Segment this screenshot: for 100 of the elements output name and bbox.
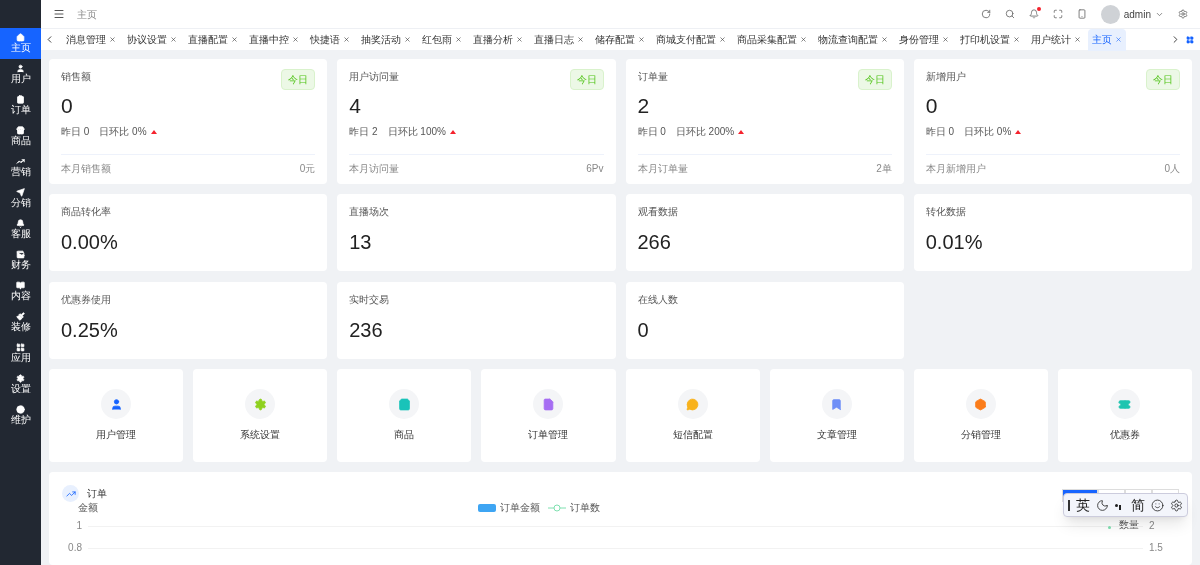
fullscreen-icon[interactable] <box>1052 9 1063 19</box>
yesterday-value: 昨日 0 <box>637 125 666 139</box>
refresh-icon[interactable] <box>980 9 991 19</box>
user-name[interactable]: admin <box>1123 6 1151 22</box>
yesterday-value: 昨日 2 <box>349 125 378 139</box>
sidebar-item[interactable]: 装修 <box>0 307 41 338</box>
settings-icon <box>16 374 25 383</box>
card-value: 0.00% <box>61 230 119 254</box>
sidebar-item[interactable]: 商品 <box>0 121 41 152</box>
close-icon[interactable] <box>292 36 299 43</box>
sidebar-item[interactable]: 客服 <box>0 214 41 245</box>
sidebar-item[interactable]: 营销 <box>0 152 41 183</box>
card-value: 236 <box>349 318 384 342</box>
book-icon <box>16 281 25 290</box>
footer-label: 本月访问量 <box>349 162 400 176</box>
footer-value: 0人 <box>1164 162 1180 176</box>
tab[interactable]: 消息管理 <box>62 28 120 51</box>
sidebar-item[interactable]: 设置 <box>0 369 41 400</box>
tab[interactable]: 物流查询配置 <box>814 28 892 51</box>
shortcut-card[interactable]: 用户管理 <box>49 369 184 462</box>
close-icon[interactable] <box>1115 36 1122 43</box>
settings-icon[interactable] <box>1169 498 1183 512</box>
footer-label: 本月销售额 <box>61 162 111 176</box>
emoji-icon[interactable] <box>1150 498 1164 512</box>
settings-icon[interactable] <box>1178 9 1188 19</box>
clipboard-icon <box>16 95 25 104</box>
shortcut-card[interactable]: 商品 <box>337 369 472 462</box>
today-badge: 今日 <box>1146 69 1180 90</box>
legend-label: 订单金额 <box>499 502 540 514</box>
close-icon[interactable] <box>109 36 116 43</box>
shortcut-card[interactable]: 分销管理 <box>913 369 1048 462</box>
tab[interactable]: 快捷语 <box>306 28 354 51</box>
tab[interactable]: 直播日志 <box>530 28 588 51</box>
card-value: 0.25% <box>61 318 119 342</box>
shortcut-card[interactable]: 系统设置 <box>193 369 328 462</box>
sidebar-item[interactable]: 维护 <box>0 400 41 431</box>
close-icon[interactable] <box>343 36 350 43</box>
grid-icon[interactable] <box>1186 35 1194 44</box>
card-title: 销售额 <box>61 70 91 84</box>
card-value: 13 <box>349 230 373 254</box>
search-icon[interactable] <box>1004 9 1015 19</box>
tab[interactable]: 抽奖活动 <box>357 28 415 51</box>
sidebar-item[interactable]: 财务 <box>0 245 41 276</box>
ime-script[interactable]: 简 <box>1130 494 1145 516</box>
tab[interactable]: 直播分析 <box>469 28 527 51</box>
card-title: 订单量 <box>637 70 668 84</box>
shortcut-card[interactable]: 优惠券 <box>1057 369 1192 462</box>
sidebar-item[interactable]: 订单 <box>0 90 41 121</box>
sidebar-item[interactable]: 主页 <box>0 28 41 59</box>
close-icon[interactable] <box>942 36 949 43</box>
user-icon <box>16 64 25 73</box>
tab[interactable]: 直播配置 <box>184 28 242 51</box>
tab[interactable]: 储存配置 <box>591 28 649 51</box>
close-icon[interactable] <box>577 36 584 43</box>
footer-value: 6Pv <box>586 162 604 176</box>
tab[interactable]: 打印机设置 <box>956 28 1024 51</box>
card-value: 266 <box>637 230 672 254</box>
footer-value: 2单 <box>876 162 892 176</box>
close-icon[interactable] <box>170 36 177 43</box>
menu-icon[interactable] <box>53 8 65 20</box>
store-icon <box>16 126 25 135</box>
shortcut-card[interactable]: 订单管理 <box>481 369 616 462</box>
close-icon[interactable] <box>881 36 888 43</box>
tab[interactable]: 主页 <box>1088 28 1126 51</box>
tab[interactable]: 身份管理 <box>895 28 953 51</box>
day-ratio: 日环比 0% <box>964 125 1012 139</box>
sidebar-item[interactable]: 分销 <box>0 183 41 214</box>
close-icon[interactable] <box>516 36 523 43</box>
shortcut-card[interactable]: 文章管理 <box>769 369 904 462</box>
close-icon[interactable] <box>1013 36 1020 43</box>
card-title: 观看数据 <box>637 206 679 218</box>
tab[interactable]: 用户统计 <box>1027 28 1085 51</box>
bell-icon <box>16 219 25 228</box>
chart-icon <box>65 488 76 499</box>
today-badge: 今日 <box>569 69 604 90</box>
card-title: 用户访问量 <box>349 70 400 84</box>
footer-label: 本月新增用户 <box>925 162 986 176</box>
card-value: 0 <box>61 94 74 118</box>
close-icon[interactable] <box>404 36 411 43</box>
close-icon[interactable] <box>800 36 807 43</box>
tab[interactable]: 商品采集配置 <box>733 28 811 51</box>
tab[interactable]: 协议设置 <box>123 28 181 51</box>
shortcut-card[interactable]: 短信配置 <box>625 369 760 462</box>
breadcrumb: 主页 <box>77 7 97 22</box>
close-icon[interactable] <box>231 36 238 43</box>
card-title: 实时交易 <box>349 294 391 306</box>
phone-icon[interactable] <box>1076 9 1087 19</box>
moon-icon[interactable] <box>1095 498 1109 512</box>
close-icon[interactable] <box>638 36 645 43</box>
tab[interactable]: 商城支付配置 <box>652 28 730 51</box>
notification-button[interactable] <box>1028 9 1039 19</box>
sidebar-item[interactable]: 用户 <box>0 59 41 90</box>
tab[interactable]: 直播中控 <box>245 28 303 51</box>
tab[interactable]: 红包雨 <box>418 28 466 51</box>
close-icon[interactable] <box>719 36 726 43</box>
close-icon[interactable] <box>455 36 462 43</box>
close-icon[interactable] <box>1074 36 1081 43</box>
sidebar-item[interactable]: 内容 <box>0 276 41 307</box>
sidebar-item[interactable]: 应用 <box>0 338 41 369</box>
ime-mode[interactable]: 英 <box>1075 494 1090 516</box>
